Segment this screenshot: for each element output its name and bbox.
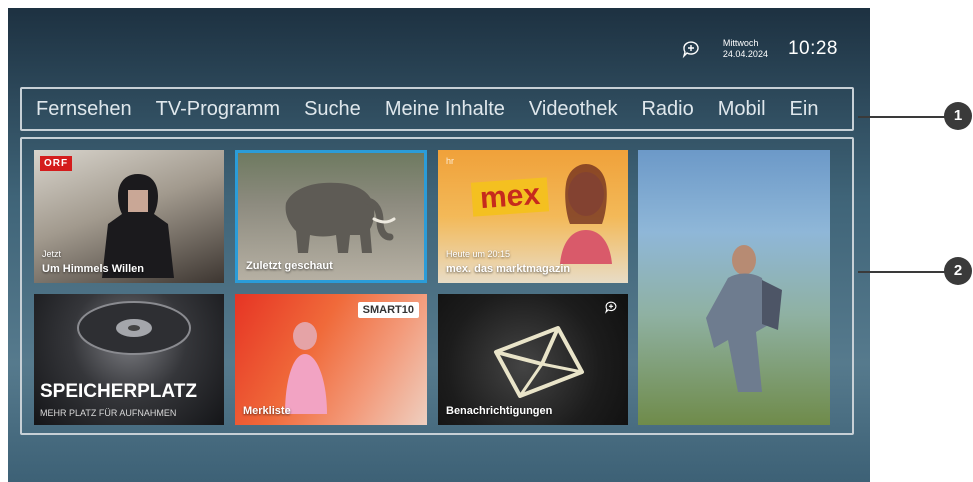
main-menu-frame: Fernsehen TV-Programm Suche Meine Inhalt… [20, 87, 854, 131]
callout-line-2 [858, 271, 948, 273]
date-block: Mittwoch 24.04.2024 [723, 38, 768, 60]
presenter-figure [560, 164, 612, 264]
callout-line-1 [858, 116, 948, 118]
main-menu: Fernsehen TV-Programm Suche Meine Inhalt… [22, 89, 852, 129]
tile-promo-hiker[interactable] [638, 150, 830, 425]
menu-item-tv-programm[interactable]: TV-Programm [156, 98, 280, 121]
harddisk-image [77, 301, 191, 355]
hiker-image [706, 245, 782, 392]
tile-benachrichtigungen[interactable]: Benachrichtigungen [438, 294, 628, 425]
tile-status: Jetzt [42, 249, 62, 259]
menu-item-mobil[interactable]: Mobil [718, 98, 766, 121]
smart10-badge: SMART10 [357, 302, 419, 318]
menu-item-einstellungen[interactable]: Ein [790, 98, 819, 121]
message-add-icon[interactable] [681, 39, 701, 59]
callout-marker-1: 1 [944, 102, 972, 130]
envelope-icon [494, 326, 584, 398]
callout-marker-2: 2 [944, 257, 972, 285]
tv-screen: Mittwoch 24.04.2024 10:28 Fernsehen TV-P… [8, 8, 870, 482]
orf-logo: ORF [40, 156, 73, 171]
elephant-image [285, 182, 396, 253]
status-bar: Mittwoch 24.04.2024 10:28 [681, 38, 838, 60]
tile-title: Zuletzt geschaut [246, 260, 333, 272]
tile-speicherplatz[interactable]: SPEICHERPLATZ MEHR PLATZ FÜR AUFNAHMEN [34, 294, 224, 425]
menu-item-radio[interactable]: Radio [641, 98, 693, 121]
date: 24.04.2024 [722, 49, 768, 59]
clock: 10:28 [787, 38, 838, 59]
tile-title: SPEICHERPLATZ [40, 381, 197, 402]
tile-subtitle: MEHR PLATZ FÜR AUFNAHMEN [40, 408, 177, 418]
tile-merkliste[interactable]: SMART10 Merkliste [235, 294, 427, 425]
tile-zuletzt-geschaut[interactable]: Zuletzt geschaut [235, 150, 427, 283]
nun-figure [102, 174, 174, 278]
tile-title: mex. das marktmagazin [446, 263, 571, 275]
tile-mex-marktmagazin[interactable]: hr mex Heute um 20:15 mex. das marktmaga… [438, 150, 628, 283]
tile-title: Benachrichtigungen [446, 405, 553, 417]
menu-item-fernsehen[interactable]: Fernsehen [36, 98, 132, 121]
mex-logo: mex [470, 177, 550, 217]
message-add-icon [605, 301, 617, 314]
menu-item-meine-inhalte[interactable]: Meine Inhalte [385, 98, 505, 121]
tile-title: Merkliste [243, 405, 291, 417]
menu-item-suche[interactable]: Suche [304, 98, 361, 121]
menu-item-videothek[interactable]: Videothek [529, 98, 618, 121]
channel-logo: hr [446, 156, 455, 166]
tile-um-himmels-willen[interactable]: ORF Jetzt Um Himmels Willen [34, 150, 224, 283]
studio-image [285, 322, 327, 414]
tile-status: Heute um 20:15 [446, 249, 511, 259]
weekday: Mittwoch [722, 38, 759, 48]
tile-title: Um Himmels Willen [42, 263, 144, 275]
